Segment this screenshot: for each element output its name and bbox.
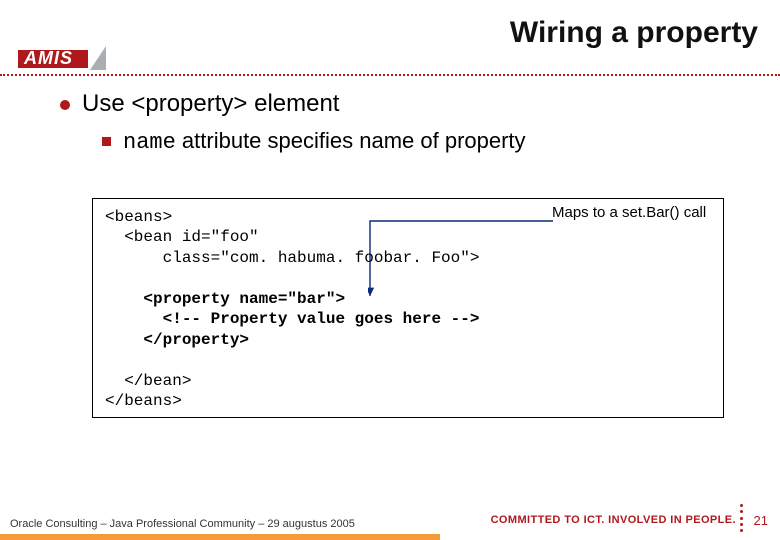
divider: [0, 74, 780, 76]
slide: Wiring a property AMIS Use <property> el…: [0, 0, 780, 540]
bullet-rest: attribute specifies name of property: [176, 128, 526, 153]
footer-dots-icon: [740, 504, 744, 532]
logo-triangle-icon: [90, 46, 106, 70]
bullet-level2-text: name attribute specifies name of propert…: [123, 128, 526, 155]
logo: AMIS: [18, 42, 104, 70]
bullet-level1: Use <property> element: [60, 90, 758, 118]
bullet-level2: name attribute specifies name of propert…: [102, 128, 758, 155]
slide-title: Wiring a property: [510, 16, 758, 50]
bullet-dot-icon: [60, 100, 70, 110]
footer-left: Oracle Consulting – Java Professional Co…: [10, 518, 355, 530]
code-box: <beans> <bean id="foo" class="com. habum…: [92, 198, 724, 418]
code-block: <beans> <bean id="foo" class="com. habum…: [105, 207, 711, 412]
content-area: Use <property> element name attribute sp…: [60, 90, 758, 155]
bullet-code-word: name: [123, 130, 176, 155]
bullet-square-icon: [102, 137, 111, 146]
footer-accent-bar: [0, 534, 440, 540]
bullet-level1-text: Use <property> element: [82, 90, 339, 118]
logo-text: AMIS: [24, 48, 73, 69]
page-number: 21: [754, 513, 768, 528]
footer-right: COMMITTED TO ICT. INVOLVED IN PEOPLE.: [491, 514, 736, 526]
